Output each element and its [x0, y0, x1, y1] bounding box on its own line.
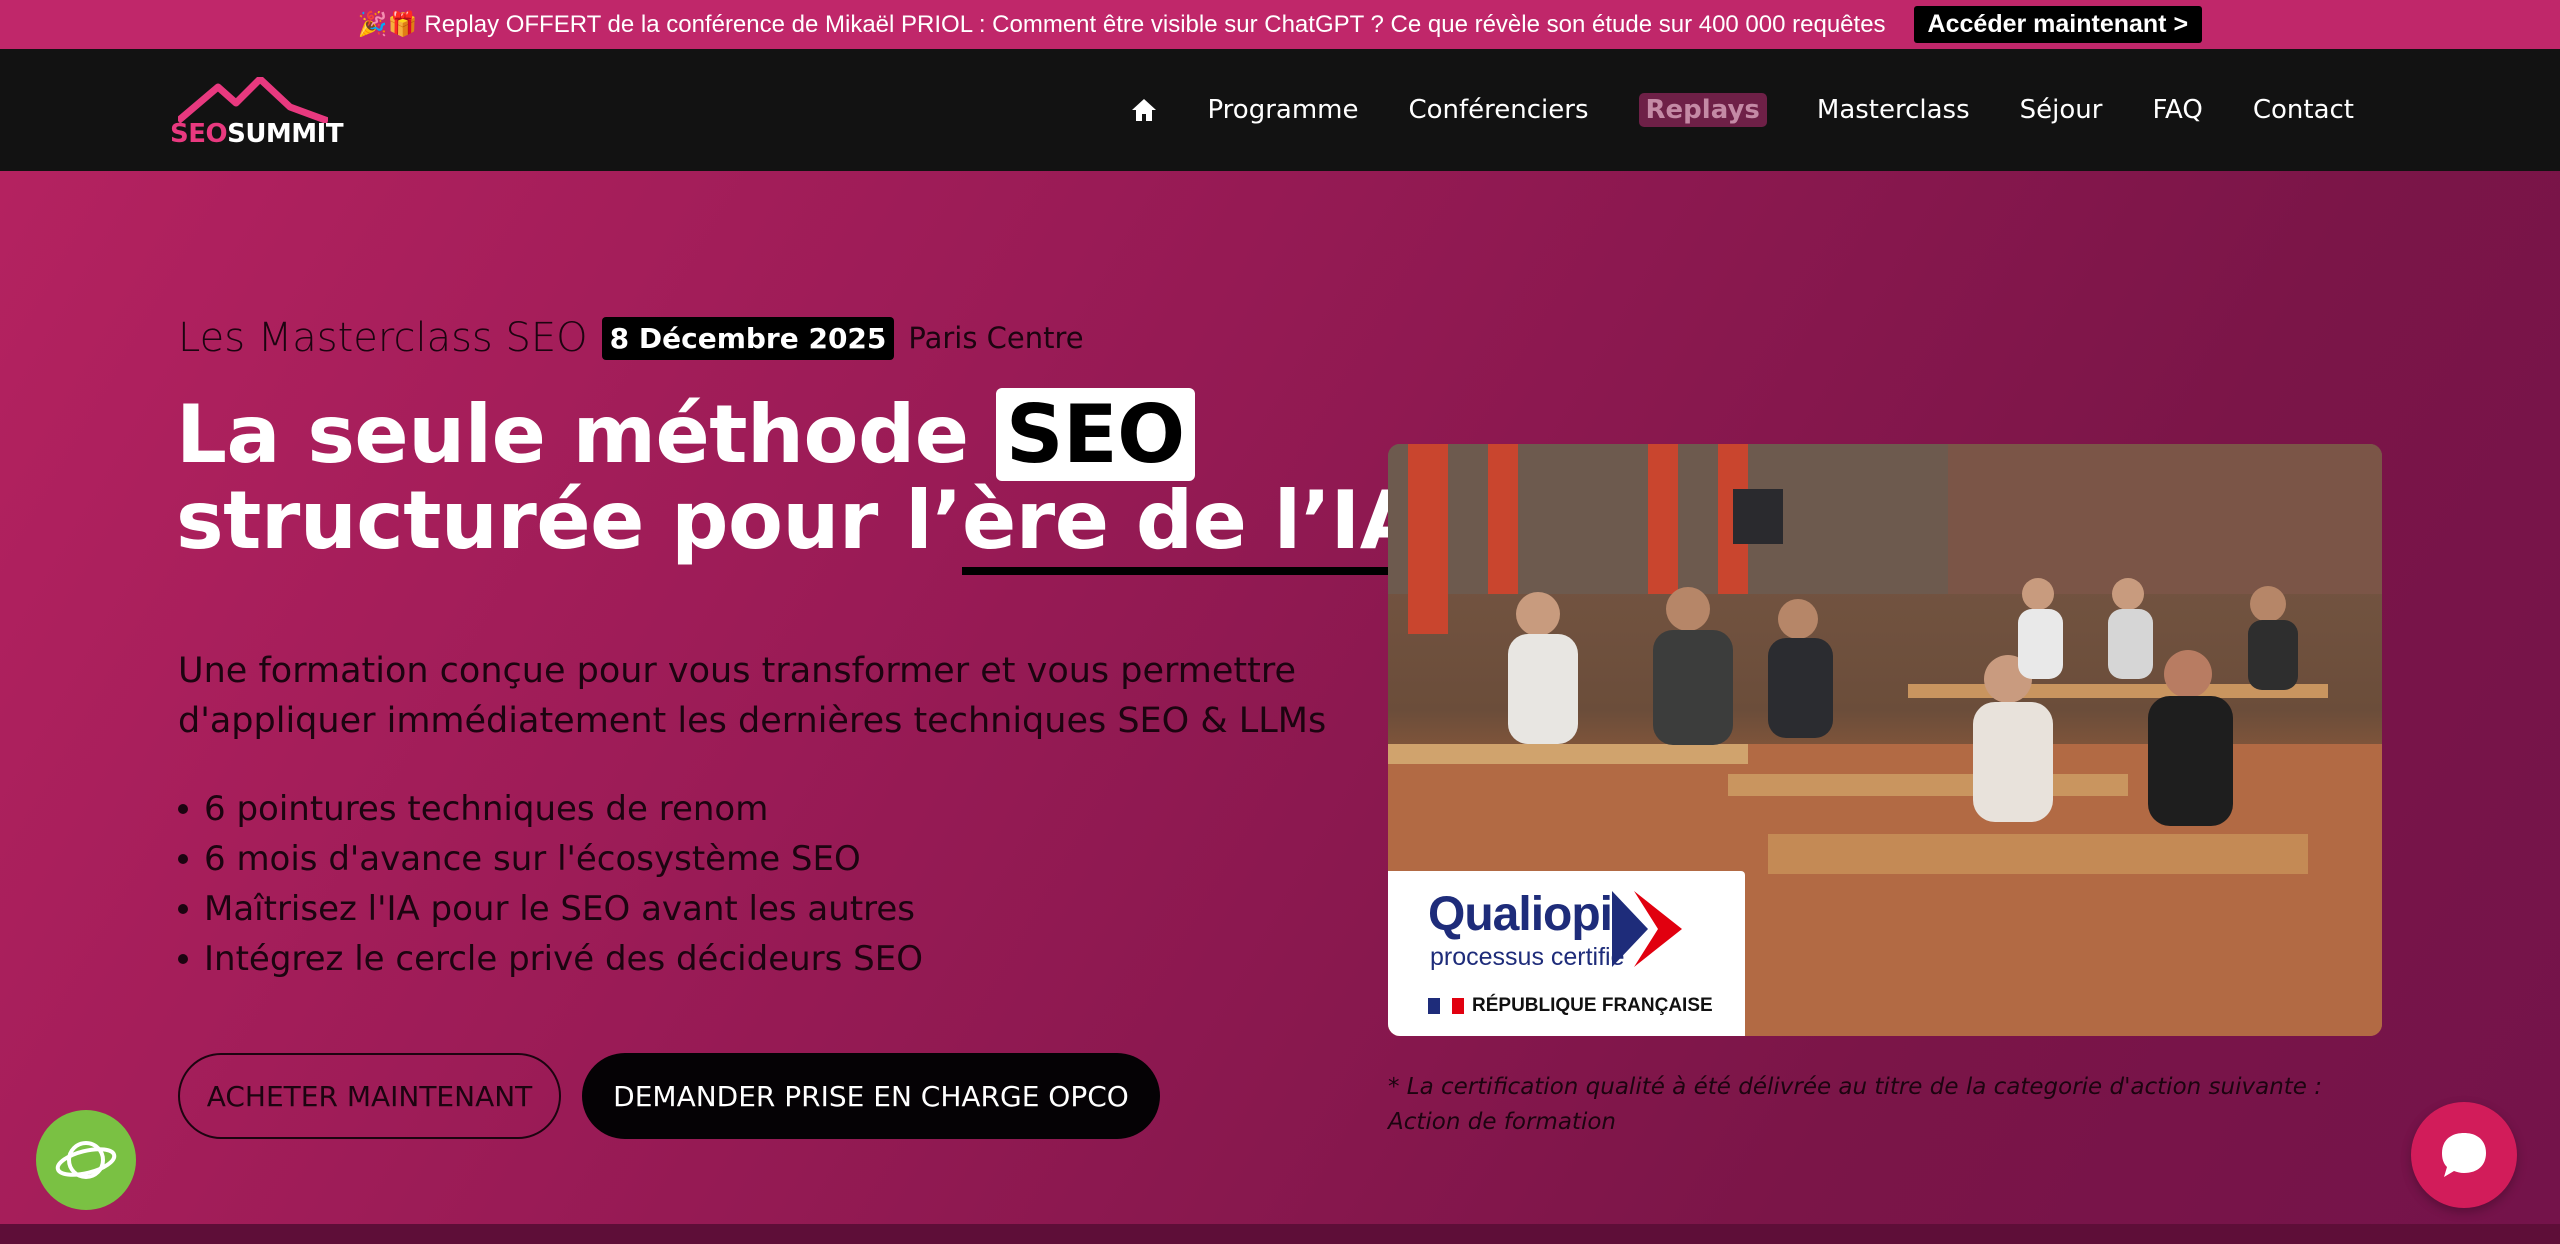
hero-subtitle: Une formation conçue pour vous transform…: [178, 646, 1338, 746]
announcement-bar: 🎉🎁 Replay OFFERT de la conférence de Mik…: [0, 0, 2560, 49]
nav-contact[interactable]: Contact: [2253, 95, 2354, 125]
headline-underlined-phrase: ère de l’IA: [962, 474, 1422, 575]
chat-widget-button[interactable]: [2411, 1102, 2517, 1208]
headline-line1-start: La seule méthode: [176, 388, 996, 481]
event-date-badge: 8 Décembre 2025: [601, 316, 895, 360]
list-item: 6 mois d'avance sur l'écosystème SEO: [178, 834, 923, 884]
republique-francaise-label: RÉPUBLIQUE FRANÇAISE: [1472, 995, 1713, 1016]
floating-badge-button[interactable]: [36, 1110, 136, 1210]
logo-part-summit: SUMMIT: [227, 119, 344, 149]
hero-headline: La seule méthode SEO structurée pour l’è…: [176, 388, 1422, 575]
site-logo[interactable]: SEOSUMMIT: [170, 77, 344, 149]
list-item: Intégrez le cercle privé des décideurs S…: [178, 934, 923, 984]
event-location: Paris Centre: [908, 321, 1084, 355]
nav-conferenciers[interactable]: Conférenciers: [1408, 95, 1588, 125]
home-icon: [1132, 99, 1157, 121]
nav-sejour[interactable]: Séjour: [2020, 95, 2103, 125]
list-item: Maîtrisez l'IA pour le SEO avant les aut…: [178, 884, 923, 934]
headline-line2-start: structurée pour l’: [176, 474, 963, 567]
hero-eyebrow: Les Masterclass SEO 8 Décembre 2025 Pari…: [178, 315, 1084, 361]
section-divider: [0, 1224, 2560, 1244]
subtitle-line-1: Une formation conçue pour vous transform…: [178, 651, 1297, 691]
nav-masterclass[interactable]: Masterclass: [1817, 95, 1970, 125]
badge-planet-icon: [55, 1141, 117, 1179]
nav-replays[interactable]: Replays: [1638, 93, 1767, 127]
qualiopi-certification-badge: Qualiopi processus certifié RÉPUBLIQUE F…: [1388, 871, 1745, 1036]
bullet-dot: [178, 804, 188, 814]
bullet-dot: [178, 954, 188, 964]
site-header: SEOSUMMIT Programme Conférenciers Replay…: [0, 49, 2560, 171]
announcement-text: 🎉🎁 Replay OFFERT de la conférence de Mik…: [357, 11, 1886, 38]
logo-part-seo: SEO: [170, 119, 228, 149]
subtitle-line-2: d'appliquer immédiatement les dernières …: [178, 701, 1327, 741]
seo-summit-mountain-icon: [178, 77, 328, 123]
nav-home[interactable]: [1131, 98, 1157, 122]
headline-boxed-word: SEO: [995, 388, 1195, 481]
certification-note: * La certification qualité à été délivré…: [1388, 1074, 2322, 1135]
announcement-cta-button[interactable]: Accéder maintenant >: [1913, 6, 2203, 43]
eyebrow-lead: Les Masterclass SEO: [178, 315, 588, 361]
nav-faq[interactable]: FAQ: [2152, 95, 2202, 125]
list-item: 6 pointures techniques de renom: [178, 784, 923, 834]
qualiopi-title: Qualiopi: [1428, 888, 1613, 941]
bullet-dot: [178, 904, 188, 914]
chat-bubble-icon: [2442, 1133, 2486, 1177]
benefit-list: 6 pointures techniques de renom 6 mois d…: [178, 784, 923, 984]
qualiopi-subtitle: processus certifié: [1430, 943, 1625, 971]
nav-programme[interactable]: Programme: [1207, 95, 1358, 125]
buy-now-button[interactable]: ACHETER MAINTENANT: [178, 1053, 561, 1139]
bullet-text: Intégrez le cercle privé des décideurs S…: [204, 939, 923, 979]
republique-francaise-mark: RÉPUBLIQUE FRANÇAISE: [1428, 995, 1713, 1017]
bullet-text: 6 pointures techniques de renom: [204, 789, 769, 829]
french-flag-icon: [1428, 998, 1464, 1014]
opco-request-button[interactable]: DEMANDER PRISE EN CHARGE OPCO: [582, 1053, 1160, 1139]
main-nav: Programme Conférenciers Replays Mastercl…: [1131, 49, 2354, 171]
bullet-text: 6 mois d'avance sur l'écosystème SEO: [204, 839, 861, 879]
bullet-dot: [178, 854, 188, 864]
masterclass-photo: Qualiopi processus certifié RÉPUBLIQUE F…: [1388, 444, 2382, 1036]
bullet-text: Maîtrisez l'IA pour le SEO avant les aut…: [204, 889, 916, 929]
logo-wordmark: SEOSUMMIT: [170, 119, 344, 149]
